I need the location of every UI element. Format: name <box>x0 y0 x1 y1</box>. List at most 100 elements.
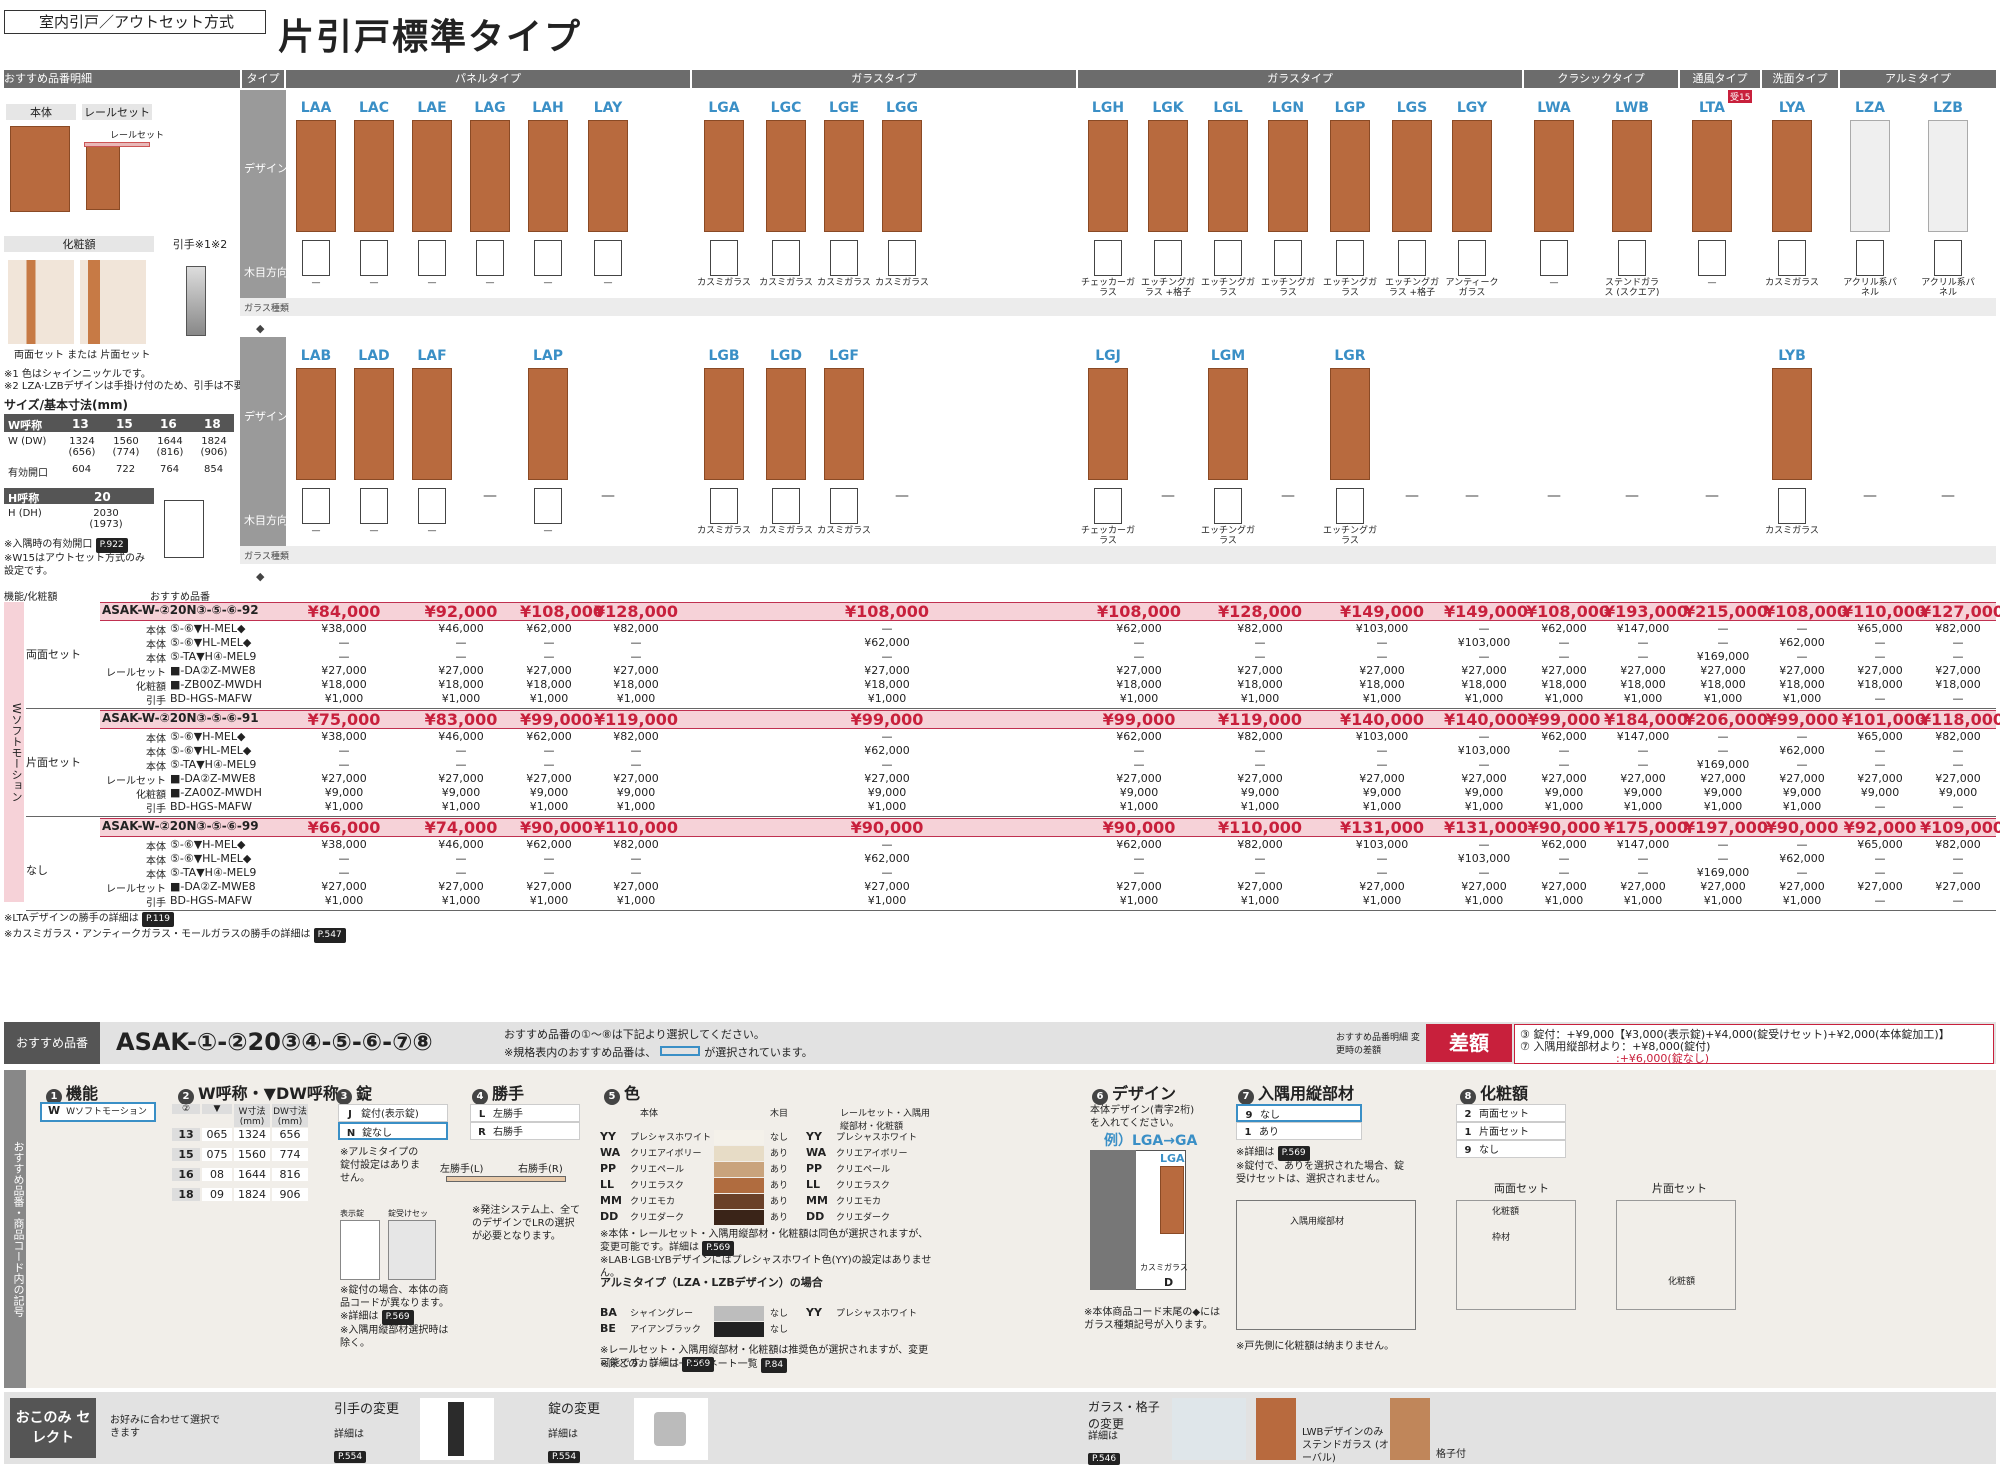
sub-0-3-8: ¥27,000 <box>1461 664 1507 677</box>
s8-row-0[interactable]: 2 両面セット <box>1456 1104 1566 1122</box>
page-ref-569-a[interactable]: P.569 <box>381 1310 414 1325</box>
fav-glass-img <box>1172 1398 1246 1460</box>
w-r2-1: 604 <box>72 464 92 475</box>
s2-cell-1-0[interactable]: 15 <box>172 1148 200 1161</box>
s2-cell-2-0[interactable]: 16 <box>172 1168 200 1181</box>
s5-cell-0-1: プレシャスホワイト <box>630 1133 712 1143</box>
top-14-code: LGP <box>1334 100 1366 116</box>
page-ref-554-a[interactable]: P.554 <box>334 1451 367 1463</box>
trim-image-a <box>8 260 74 344</box>
fav-handle-ref: 詳細は <box>334 1429 364 1440</box>
sub-0-4-5: ¥18,000 <box>1116 678 1162 691</box>
s4-key-0: L <box>478 1109 486 1120</box>
s1-option[interactable]: W Wソフトモーション <box>40 1102 156 1122</box>
sub-2-0-12: — <box>1796 838 1808 851</box>
sub-2-1-6: — <box>1254 852 1266 865</box>
s8-val-2: なし <box>1479 1145 1499 1156</box>
top-6-door <box>704 120 744 232</box>
s5-cell-5-2: あり <box>770 1213 789 1223</box>
top-22-glass: アクリル系パネル <box>1921 278 1975 298</box>
sub-2-1-3: — <box>630 852 642 865</box>
s3-row-1[interactable]: N 錠なし <box>338 1122 448 1140</box>
group-label-0: 両面セット <box>26 648 81 661</box>
page-ref-554-b[interactable]: P.554 <box>548 1451 581 1463</box>
sub-2-4-3: ¥1,000 <box>616 894 656 907</box>
price-2-7: ¥131,000 <box>1339 818 1424 837</box>
sub-0-1-3: — <box>630 636 642 649</box>
sub-2-3-13: ¥27,000 <box>1857 880 1903 893</box>
s2-cell-0-0[interactable]: 13 <box>172 1128 200 1141</box>
sub-2-2-8: — <box>1478 866 1490 879</box>
s5-cell-1-2: あり <box>770 1149 789 1159</box>
bot-7-grain-icon <box>772 488 800 524</box>
sub-1-2-5: — <box>1133 758 1145 771</box>
sub-1-1-0: — <box>338 744 350 757</box>
s3-val-0: 錠付(表示錠) <box>361 1109 419 1120</box>
bot-8-door <box>824 368 864 480</box>
sub-1-1-13: — <box>1874 744 1886 757</box>
price-2-4: ¥90,000 <box>850 818 924 837</box>
diff-3: :+¥6,000(錠なし) <box>1616 1052 1709 1065</box>
sub-1-3-5: ¥27,000 <box>1116 772 1162 785</box>
s6-title: 6 デザイン <box>1092 1080 1176 1105</box>
sub-0-5-7: ¥1,000 <box>1362 692 1402 705</box>
sub-2-0-0: ¥38,000 <box>321 838 367 851</box>
sub-1-4-1: ¥9,000 <box>441 786 481 799</box>
h-size-table: H呼称 20 H (DH) 2030 (1973) <box>4 488 154 532</box>
price-2-10: ¥175,000 <box>1604 818 1689 837</box>
bot-12-door <box>1208 368 1248 480</box>
sub-1-4-14: ¥9,000 <box>1938 786 1978 799</box>
s7-diagram-label: 入隅用縦部材 <box>1290 1217 1345 1227</box>
s8-row-1[interactable]: 1 片面セット <box>1456 1122 1566 1140</box>
s5-cell-0-3: YY <box>806 1130 822 1143</box>
page-ref-119[interactable]: P.119 <box>141 912 175 927</box>
top-11-door <box>1148 120 1188 232</box>
page-ref-547[interactable]: P.547 <box>313 928 346 943</box>
s4-right: 右勝手(R) <box>518 1164 563 1175</box>
page-ref-84[interactable]: P.84 <box>760 1358 788 1373</box>
s2-cell-3-0[interactable]: 18 <box>172 1188 200 1201</box>
sub-1-3-7: ¥27,000 <box>1359 772 1405 785</box>
note-glass: ※カスミガラス・アンティークガラス・モールガラスの勝手の詳細は P.547 <box>4 928 346 943</box>
sub-1-5-12: ¥1,000 <box>1782 800 1822 813</box>
top-4-grain-icon <box>534 240 562 276</box>
fav-handle-img <box>420 1398 494 1460</box>
s3-note-2: ※錠付の場合、本体の商品コードが異なります。 <box>340 1285 449 1309</box>
top-14-glass: エッチングガラス <box>1322 278 1377 298</box>
sub-1-1-9: — <box>1558 744 1570 757</box>
s5-cell-2-2: あり <box>770 1165 789 1175</box>
top-13-door <box>1268 120 1308 232</box>
s7-row-0[interactable]: 9 なし <box>1236 1104 1362 1122</box>
sub-0-0-11: — <box>1717 622 1729 635</box>
bot-1-code: LAD <box>358 348 390 364</box>
s7-row-1[interactable]: 1 あり <box>1236 1122 1362 1140</box>
top-5-grain-icon <box>594 240 622 276</box>
s6-glass: カスミガラス <box>1140 1263 1188 1272</box>
s5-cell-3-2: あり <box>770 1181 789 1191</box>
price-1-5: ¥99,000 <box>1102 710 1176 729</box>
top-22-code: LZB <box>1933 100 1963 116</box>
sub-0-0-0: ¥38,000 <box>321 622 367 635</box>
s5-cell-5-1: クリエダーク <box>630 1213 685 1223</box>
page-ref-922[interactable]: P.922 <box>95 538 128 553</box>
price-head-2: おすすめ品番 <box>150 592 210 603</box>
s2-cell-3-2: 1824 <box>234 1188 270 1201</box>
page-ref-546[interactable]: P.546 <box>1088 1453 1121 1465</box>
s8-row-2[interactable]: 9 なし <box>1456 1140 1566 1158</box>
s4-row-1[interactable]: R 右勝手 <box>470 1122 580 1140</box>
sub-0-3-5: ¥27,000 <box>1116 664 1162 677</box>
strip-classic: クラシックタイプ <box>1524 70 1678 88</box>
s4-row-0[interactable]: L 左勝手 <box>470 1104 580 1122</box>
sub-1-3-12: ¥27,000 <box>1779 772 1825 785</box>
page-ref-569-d[interactable]: P.569 <box>1277 1146 1310 1161</box>
fav-lock-ref: 詳細は <box>548 1429 578 1440</box>
sub-2-3-3: ¥27,000 <box>613 880 659 893</box>
s6-note: 本体デザイン(青字2桁)を入れてください。 <box>1090 1105 1195 1129</box>
sub-0-0-6: ¥82,000 <box>1237 622 1283 635</box>
sub-label-1-0: 本体 <box>146 734 166 745</box>
w-size-table: W呼称 13 15 16 18 W (DW) 1324 (656) 1560 (… <box>4 414 234 484</box>
sub-1-3-2: ¥27,000 <box>526 772 572 785</box>
s3-row-0[interactable]: J 錠付(表示錠) <box>338 1104 448 1122</box>
price-0-0: ¥84,000 <box>307 602 381 621</box>
top-15-grain-icon <box>1398 240 1426 276</box>
